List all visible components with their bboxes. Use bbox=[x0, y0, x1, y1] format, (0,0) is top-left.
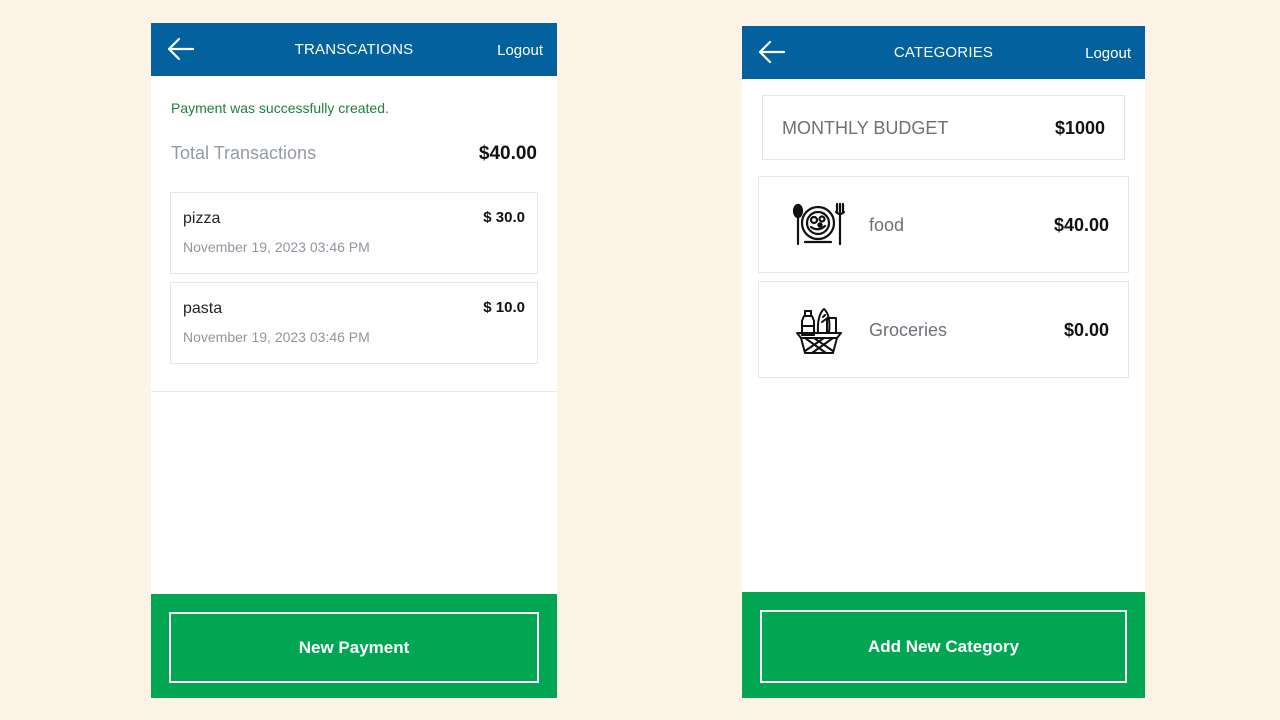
total-transactions-label: Total Transactions bbox=[171, 143, 317, 163]
category-item-groceries[interactable]: Groceries $0.00 bbox=[758, 281, 1129, 378]
transactions-header: TRANSCATIONS Logout bbox=[151, 23, 557, 76]
category-list: food $40.00 Groceries $0.00 bbox=[758, 176, 1129, 386]
categories-header: CATEGORIES Logout bbox=[742, 26, 1145, 79]
footer-bar: New Payment bbox=[151, 594, 557, 698]
category-name: food bbox=[869, 215, 905, 235]
monthly-budget-box: MONTHLY BUDGET $1000 bbox=[762, 95, 1125, 160]
transaction-item[interactable]: pizza November 19, 2023 03:46 PM $ 30.0 bbox=[170, 192, 538, 274]
transaction-item[interactable]: pasta November 19, 2023 03:46 PM $ 10.0 bbox=[170, 282, 538, 364]
food-plate-icon bbox=[791, 198, 847, 254]
success-notice: Payment was successfully created. bbox=[171, 100, 389, 116]
categories-screen: CATEGORIES Logout MONTHLY BUDGET $1000 f… bbox=[742, 26, 1145, 698]
transaction-amount: $ 30.0 bbox=[483, 209, 525, 226]
category-name: Groceries bbox=[869, 320, 948, 340]
transaction-name: pasta bbox=[183, 300, 223, 317]
category-amount: $0.00 bbox=[1063, 320, 1109, 340]
category-item-food[interactable]: food $40.00 bbox=[758, 176, 1129, 273]
page-title: TRANSCATIONS bbox=[294, 41, 414, 58]
transaction-list: pizza November 19, 2023 03:46 PM $ 30.0 … bbox=[170, 192, 538, 372]
transaction-name: pizza bbox=[183, 210, 221, 227]
add-new-category-button[interactable]: Add New Category bbox=[760, 610, 1127, 683]
transaction-amount: $ 10.0 bbox=[483, 299, 525, 316]
transaction-date: November 19, 2023 03:46 PM bbox=[183, 329, 370, 345]
logout-link[interactable]: Logout bbox=[497, 42, 543, 59]
transactions-screen: TRANSCATIONS Logout Payment was successf… bbox=[151, 23, 557, 698]
total-transactions-value: $40.00 bbox=[478, 143, 537, 164]
grocery-basket-icon bbox=[791, 303, 847, 359]
new-payment-button[interactable]: New Payment bbox=[169, 612, 539, 683]
logout-link[interactable]: Logout bbox=[1085, 45, 1131, 62]
footer-bar: Add New Category bbox=[742, 592, 1145, 698]
category-amount: $40.00 bbox=[1053, 215, 1109, 235]
budget-label: MONTHLY BUDGET bbox=[782, 118, 949, 138]
transaction-date: November 19, 2023 03:46 PM bbox=[183, 239, 370, 255]
content-divider bbox=[151, 391, 557, 392]
budget-value: $1000 bbox=[1054, 118, 1105, 138]
